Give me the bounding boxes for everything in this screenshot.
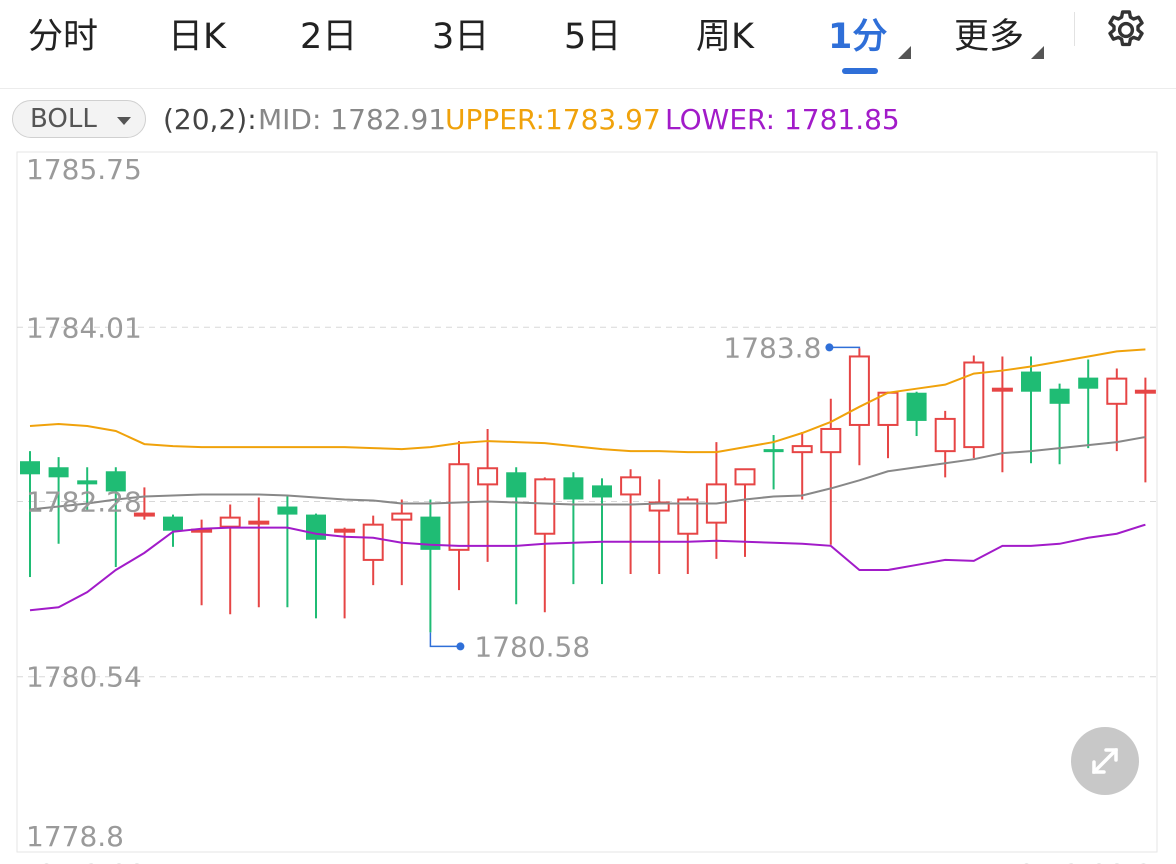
candle-body	[163, 516, 183, 531]
candle-body	[391, 512, 413, 521]
y-tick-label: 1784.01	[26, 311, 142, 344]
candle-body	[306, 514, 326, 540]
y-tick-label: 1778.8	[26, 820, 124, 853]
candle-body	[48, 467, 69, 478]
candle-body	[506, 472, 527, 498]
x-tick-label: 19:13:00:31	[1000, 858, 1171, 864]
candle-body	[791, 445, 813, 454]
expand-button[interactable]	[1071, 727, 1139, 795]
y-tick-label: 1782.28	[26, 485, 142, 518]
candle-body	[848, 355, 870, 426]
plot-frame	[16, 151, 1158, 853]
candle-body	[477, 467, 499, 486]
candle-body	[334, 528, 356, 533]
candle-body	[592, 485, 612, 498]
candle-body	[248, 520, 270, 525]
candle-body	[1049, 388, 1070, 404]
candle-body	[677, 498, 699, 535]
y-tick-label: 1785.75	[26, 153, 142, 186]
candle-body	[20, 461, 40, 475]
min-marker-leader	[429, 632, 461, 648]
candle-body	[820, 427, 842, 454]
max-marker-dot	[825, 343, 834, 352]
max-marker-leader	[829, 346, 861, 349]
max-price-label: 1783.8	[723, 331, 821, 364]
candle-body	[1078, 377, 1099, 389]
candle-body	[934, 417, 956, 453]
min-marker-dot	[456, 642, 465, 651]
expand-arrows-icon	[1092, 748, 1118, 774]
candle-body	[1106, 377, 1128, 405]
candle-body	[877, 391, 899, 426]
candle-body	[534, 478, 556, 535]
candle-body	[734, 468, 756, 486]
candle-body	[362, 523, 384, 561]
candle-body	[991, 387, 1013, 392]
candle-body	[763, 449, 784, 453]
candle-body	[448, 463, 470, 551]
candle-body	[1134, 389, 1156, 394]
candle-body	[906, 392, 927, 421]
boll-lower-line	[29, 523, 1146, 612]
y-tick-label: 1780.54	[26, 661, 142, 694]
candle-body	[77, 480, 98, 485]
candle-body	[219, 516, 241, 528]
x-tick-label: 19:13:00:15	[20, 858, 191, 864]
candlestick-chart[interactable]: 1785.75 1784.01 1782.28 1780.54 1778.8 19:13:…	[0, 0, 1176, 864]
candle-body	[1021, 371, 1041, 392]
candle-body	[277, 506, 298, 515]
candle-body	[620, 476, 642, 496]
min-price-label: 1780.58	[474, 630, 590, 663]
candle-body	[563, 477, 584, 500]
